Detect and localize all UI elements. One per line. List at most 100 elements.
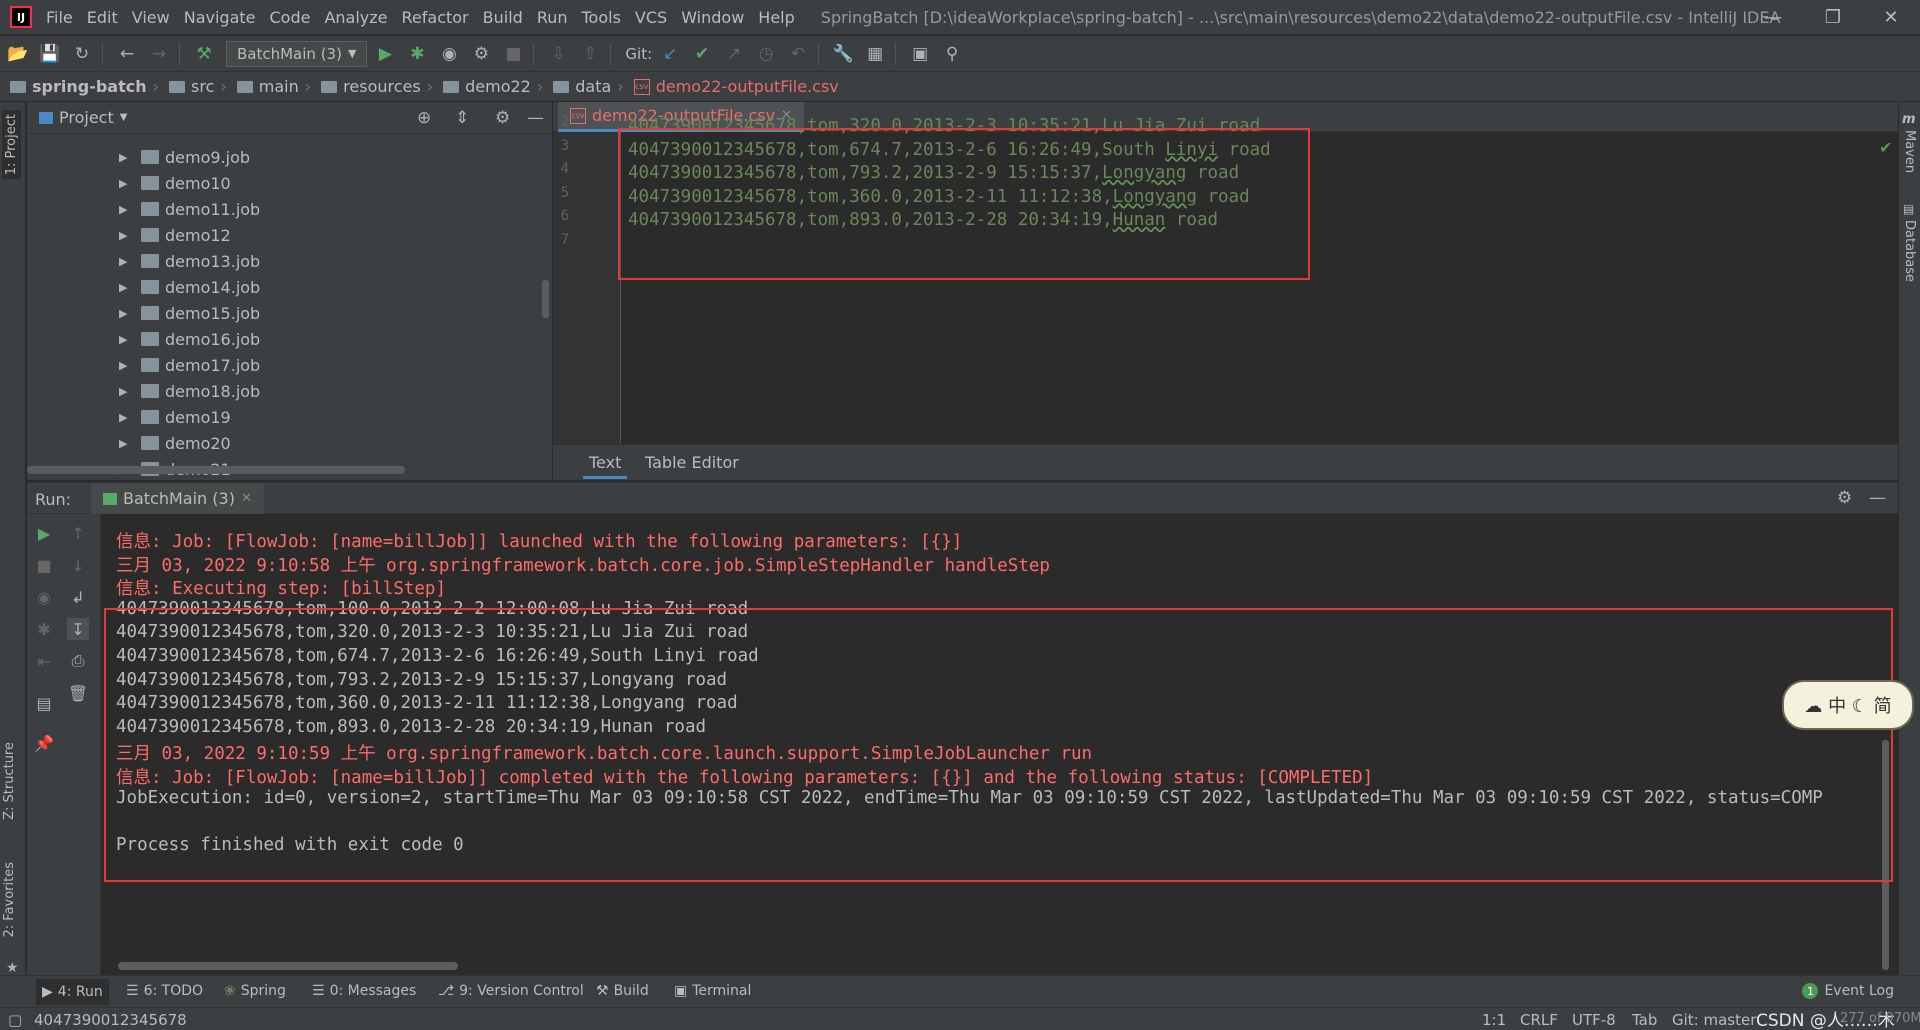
scroll-to-end-icon[interactable]: ↧ [67,618,89,640]
vcs-update-icon[interactable]: ⇩ [544,40,572,68]
line-separator[interactable]: CRLF [1520,1011,1558,1029]
menu-run[interactable]: Run [537,8,568,27]
expand-arrow-icon[interactable]: ▶ [119,437,129,450]
git-rollback-icon[interactable]: ↶ [784,40,812,68]
tool-window-project[interactable]: 1: Project [2,110,21,180]
expand-arrow-icon[interactable]: ▶ [119,151,129,164]
tree-item[interactable]: ▶ demo19 [27,404,231,430]
tool-window-favorites[interactable]: 2: Favorites [2,862,17,938]
tool-window-maven[interactable]: Maven [1902,130,1917,173]
tree-item[interactable]: ▶ demo14.job [27,274,260,300]
menu-vcs[interactable]: VCS [635,8,667,27]
hide-panel-icon[interactable]: — [527,108,544,128]
git-history-icon[interactable]: ◷ [752,40,780,68]
menu-view[interactable]: View [132,8,170,27]
tree-item[interactable]: ▶ demo16.job [27,326,260,352]
close-icon[interactable]: ✕ [1868,0,1914,34]
tool-tab-todo[interactable]: ☰ 6: TODO [126,983,203,999]
menu-help[interactable]: Help [758,8,794,27]
run-config-select[interactable]: BatchMain (3) ▼ [226,40,368,67]
expand-arrow-icon[interactable]: ▶ [119,203,129,216]
minimize-icon[interactable]: — [1750,0,1796,34]
soft-wrap-icon[interactable]: ↲ [67,586,89,608]
tree-item[interactable]: ▶ demo18.job [27,378,260,404]
menu-code[interactable]: Code [270,8,311,27]
tool-tab-run[interactable]: ▶ 4: Run [36,979,109,1005]
breadcrumb-project[interactable]: spring-batch [10,77,147,96]
cursor-position[interactable]: 1:1 [1482,1011,1506,1029]
expand-arrow-icon[interactable]: ▶ [119,307,129,320]
memory-indicator[interactable]: 277 of 970M [1840,1011,1920,1026]
console-vertical-scrollbar[interactable] [1882,740,1889,970]
tool-window-structure[interactable]: Z: Structure [2,742,17,820]
tool-tab-spring[interactable]: ❀ Spring [224,983,286,999]
menu-file[interactable]: File [46,8,73,27]
vcs-push-icon[interactable]: ⇧ [576,40,604,68]
stop-icon[interactable]: ■ [33,554,55,576]
debug-bug-icon[interactable]: ✱ [403,40,431,68]
gear-icon[interactable]: ⚙ [495,108,510,128]
project-structure-icon[interactable]: ▦ [861,40,889,68]
menu-window[interactable]: Window [681,8,744,27]
breadcrumb-file[interactable]: csv demo22-outputFile.csv [633,77,839,96]
coverage-icon[interactable]: ◉ [435,40,463,68]
expand-arrow-icon[interactable]: ▶ [119,229,129,242]
breadcrumb-data[interactable]: data [553,77,611,96]
menu-refactor[interactable]: Refactor [402,8,469,27]
tool-tab-messages[interactable]: ☰ 0: Messages [312,983,416,999]
gear-icon[interactable]: ⚙ [1837,488,1852,508]
expand-arrow-icon[interactable]: ▶ [119,255,129,268]
event-log-button[interactable]: 1 Event Log [1802,983,1894,999]
tree-item[interactable]: ▶ demo20 [27,430,231,456]
menu-edit[interactable]: Edit [87,8,118,27]
restore-icon[interactable]: ❐ [1810,0,1856,34]
expand-arrow-icon[interactable]: ▶ [119,333,129,346]
exit-icon[interactable]: ⇤ [33,650,55,672]
layout-icon[interactable]: ▤ [33,692,55,714]
profile-icon[interactable]: ⚙ [467,40,495,68]
collapse-all-icon[interactable]: ⇕ [455,108,469,128]
git-commit-icon[interactable]: ✔ [688,40,716,68]
project-horizontal-scrollbar[interactable] [27,466,405,474]
breadcrumb-resources[interactable]: resources [321,77,421,96]
expand-arrow-icon[interactable]: ▶ [119,411,129,424]
hide-panel-icon[interactable]: — [1869,488,1886,508]
menu-analyze[interactable]: Analyze [324,8,387,27]
down-arrow-icon[interactable]: ↓ [67,554,89,576]
menu-build[interactable]: Build [483,8,523,27]
sync-icon[interactable]: ↻ [68,40,96,68]
editor-code-area[interactable]: 4047390012345678,tom,320.0,2013-2-3 10:3… [622,116,1882,444]
tree-item[interactable]: ▶ demo12 [27,222,231,248]
forward-arrow-icon[interactable]: → [145,40,173,68]
tree-item[interactable]: ▶ demo17.job [27,352,260,378]
project-vertical-scrollbar[interactable] [542,280,549,318]
print-icon[interactable]: ⎙ [67,650,89,672]
settings-wrench-icon[interactable]: 🔧 [829,40,857,68]
close-tab-icon[interactable]: ✕ [241,491,252,506]
rerun-icon[interactable]: ▶ [33,522,55,544]
project-view-selector[interactable]: Project ▼ [39,108,127,127]
tree-item[interactable]: ▶ demo9.job [27,144,250,170]
run-icon[interactable]: ▶ [371,40,399,68]
pin-icon[interactable]: 📌 [33,732,55,754]
run-tab-batchmain[interactable]: BatchMain (3) ✕ [91,483,264,514]
tool-window-database[interactable]: Database [1902,220,1917,282]
tree-item[interactable]: ▶ demo10 [27,170,231,196]
trash-icon[interactable]: 🗑 [67,682,89,704]
tool-tab-version-control[interactable]: ⎇ 9: Version Control [438,983,584,999]
terminal-window-icon[interactable]: ▣ [906,40,934,68]
expand-arrow-icon[interactable]: ▶ [119,281,129,294]
build-hammer-icon[interactable]: ⚒ [190,40,218,68]
git-update-icon[interactable]: ↙ [656,40,684,68]
editor-vertical-scrollbar[interactable] [1882,132,1896,444]
tool-tab-terminal[interactable]: ▣ Terminal [674,983,751,999]
camera-icon[interactable]: ◉ [33,586,55,608]
tool-tab-build[interactable]: ⚒ Build [596,983,649,999]
stop-icon[interactable]: ■ [499,40,527,68]
console-output[interactable]: 信息: Job: [FlowJob: [name=billJob]] launc… [102,514,1882,975]
tab-table-editor[interactable]: Table Editor [645,453,739,479]
tree-item[interactable]: ▶ demo11.job [27,196,260,222]
menu-tools[interactable]: Tools [582,8,621,27]
menu-navigate[interactable]: Navigate [184,8,256,27]
search-icon[interactable]: ⚲ [938,40,966,68]
